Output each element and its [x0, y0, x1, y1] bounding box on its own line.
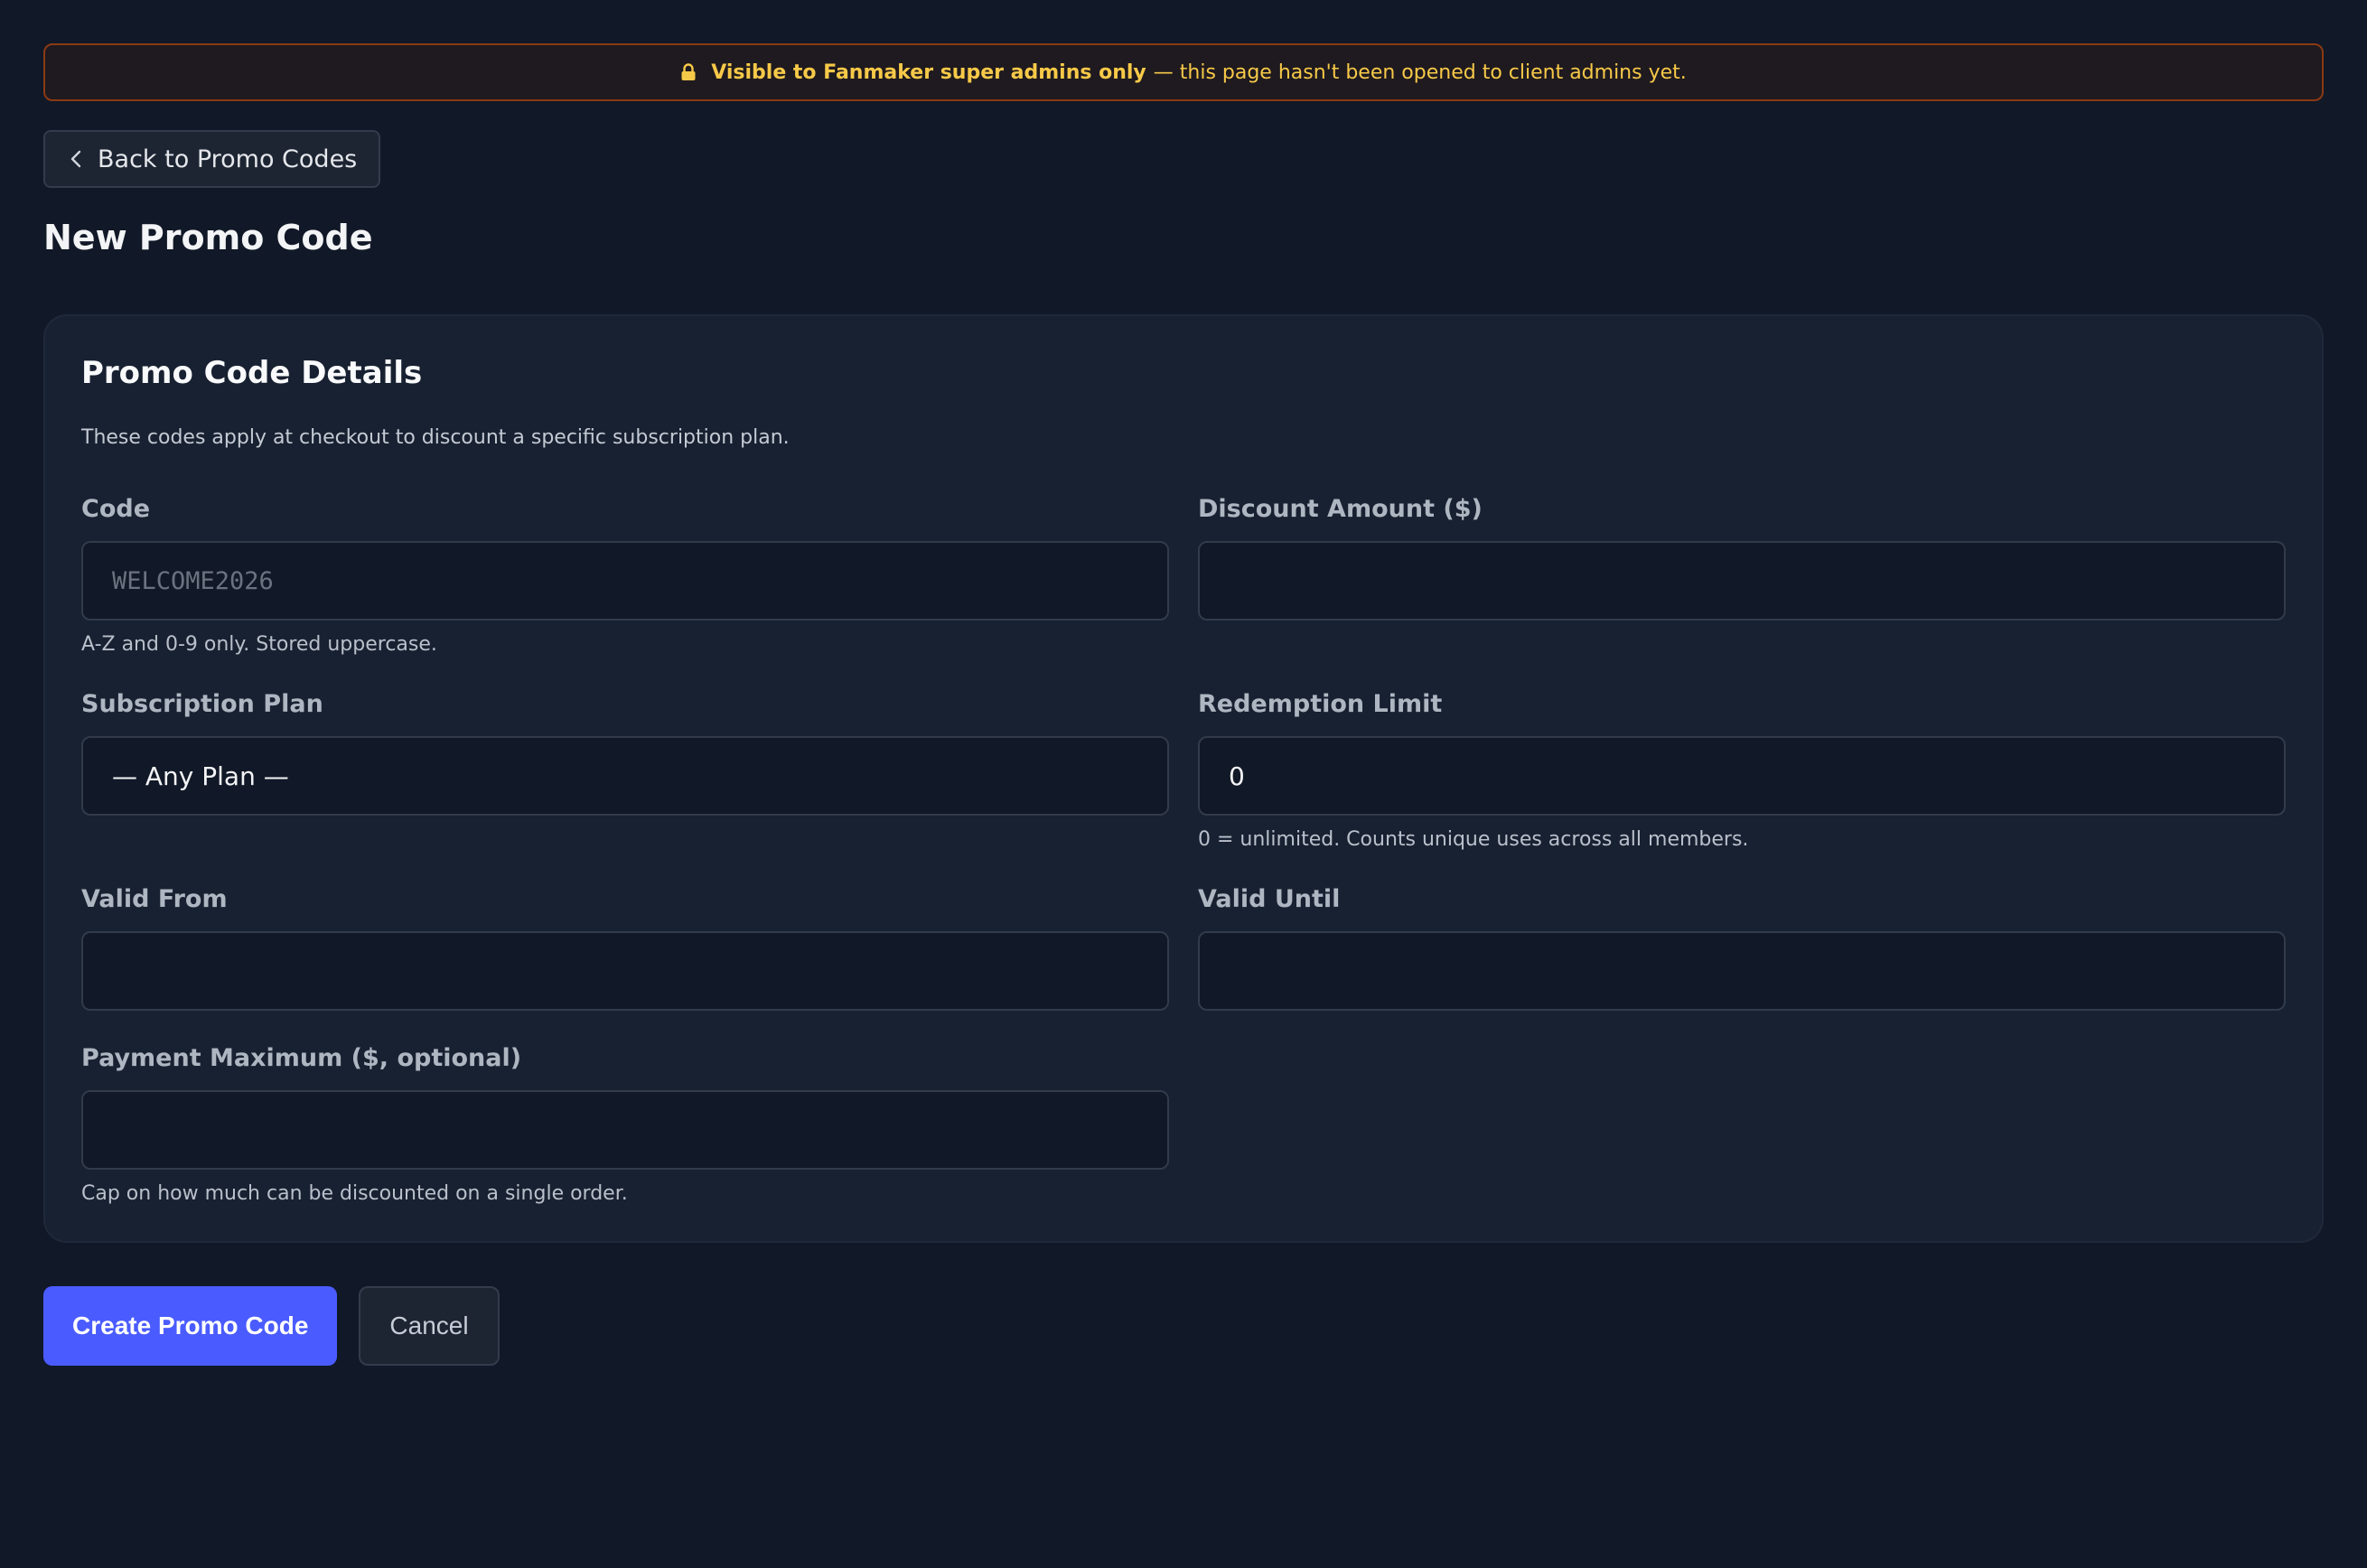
card-title: Promo Code Details — [81, 355, 423, 391]
lock-icon — [680, 63, 697, 81]
code-field: Code WELCOME2026 A-Z and 0-9 only. Store… — [81, 497, 1169, 657]
code-label: Code — [81, 495, 151, 523]
redemption-limit-label: Redemption Limit — [1198, 690, 1443, 718]
valid-from-field: Valid From — [81, 887, 1169, 1011]
redemption-limit-field: Redemption Limit 0 0 = unlimited. Counts… — [1198, 692, 2286, 852]
page-title: New Promo Code — [43, 218, 373, 257]
payment-maximum-hint: Cap on how much can be discounted on a s… — [81, 1182, 628, 1205]
payment-maximum-label: Payment Maximum ($, optional) — [81, 1044, 522, 1072]
subscription-plan-select[interactable]: — Any Plan — — [81, 736, 1169, 816]
code-hint: A-Z and 0-9 only. Stored uppercase. — [81, 633, 437, 656]
card-description: These codes apply at checkout to discoun… — [81, 426, 790, 449]
promo-code-details-card: Promo Code Details These codes apply at … — [43, 314, 2324, 1243]
payment-maximum-input[interactable] — [81, 1090, 1169, 1170]
valid-from-input[interactable] — [81, 931, 1169, 1011]
visibility-banner: Visible to Fanmaker super admins only — … — [43, 43, 2324, 101]
subscription-plan-value: — Any Plan — — [112, 761, 289, 791]
code-placeholder: WELCOME2026 — [112, 566, 274, 595]
valid-until-label: Valid Until — [1198, 885, 1341, 913]
redemption-limit-value: 0 — [1229, 761, 1245, 791]
redemption-limit-input[interactable]: 0 — [1198, 736, 2286, 816]
create-promo-code-button[interactable]: Create Promo Code — [43, 1286, 338, 1366]
discount-amount-input[interactable] — [1198, 541, 2286, 621]
valid-until-input[interactable] — [1198, 931, 2286, 1011]
banner-strong-text: Visible to Fanmaker super admins only — [711, 61, 1146, 84]
code-input[interactable]: WELCOME2026 — [81, 541, 1169, 621]
back-to-promo-codes-button[interactable]: Back to Promo Codes — [43, 130, 381, 188]
form-actions: Create Promo Code Cancel — [43, 1286, 500, 1366]
back-button-label: Back to Promo Codes — [98, 145, 358, 173]
valid-until-field: Valid Until — [1198, 887, 2286, 1011]
subscription-plan-field: Subscription Plan — Any Plan — — [81, 692, 1169, 816]
banner-text: — this page hasn't been opened to client… — [1153, 61, 1687, 84]
subscription-plan-label: Subscription Plan — [81, 690, 323, 718]
redemption-limit-hint: 0 = unlimited. Counts unique uses across… — [1198, 828, 1749, 851]
discount-amount-label: Discount Amount ($) — [1198, 495, 1483, 523]
chevron-left-icon — [70, 150, 81, 168]
valid-from-label: Valid From — [81, 885, 228, 913]
payment-maximum-field: Payment Maximum ($, optional) Cap on how… — [81, 1046, 1169, 1206]
discount-amount-field: Discount Amount ($) — [1198, 497, 2286, 621]
cancel-button[interactable]: Cancel — [359, 1286, 500, 1366]
